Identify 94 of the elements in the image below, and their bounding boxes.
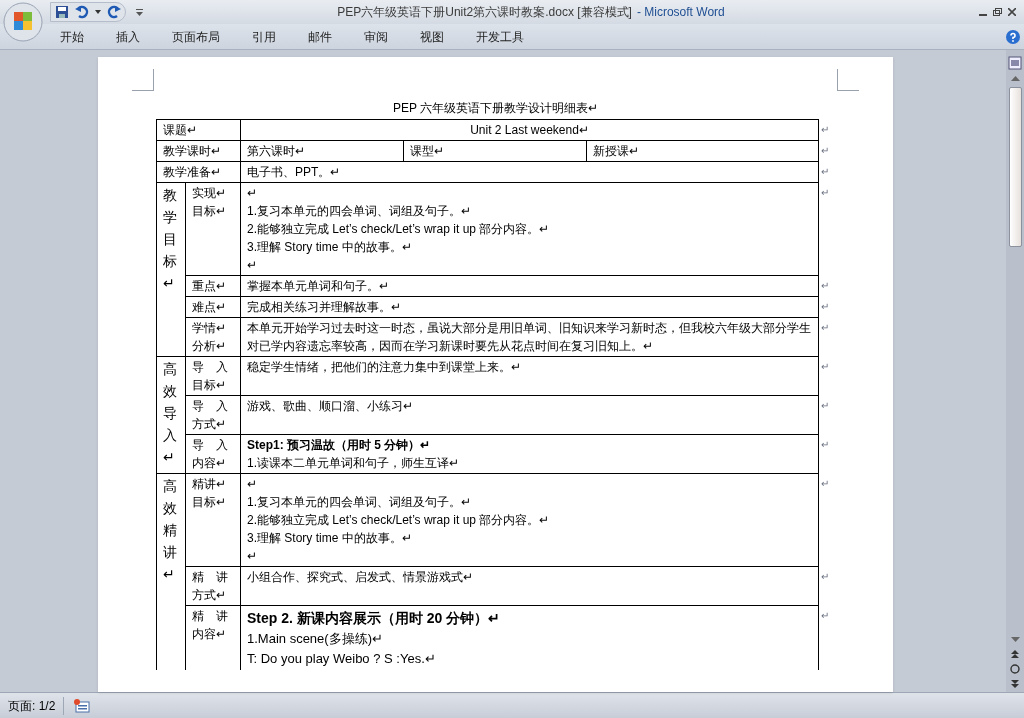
row-end-mark: ↵: [821, 187, 829, 198]
ribbon-tab[interactable]: 开始: [60, 27, 84, 46]
cell-text: 2.能够独立完成 Let’s check/Let’s wrap it up 部分内容。↵: [247, 512, 551, 529]
undo-icon[interactable]: [75, 5, 89, 19]
cell-text: 1.Main scene(多操练)↵: [247, 630, 384, 648]
row-label: 内容↵: [192, 626, 227, 643]
row-label: 导 入: [192, 398, 229, 415]
row-label: 导 入: [192, 437, 229, 454]
row-end-mark: ↵: [821, 124, 829, 135]
help-icon[interactable]: [1006, 29, 1020, 44]
redo-icon[interactable]: [107, 5, 121, 19]
row-label: 难点↵: [192, 299, 227, 316]
document-status-icon[interactable]: [74, 698, 91, 713]
cell-text: 掌握本单元单词和句子。↵: [247, 278, 390, 295]
row-label: 方式↵: [192, 416, 227, 433]
cell-text: T: Do you play Weibo ? S :Yes.↵: [247, 650, 437, 668]
close-icon[interactable]: [1008, 8, 1016, 16]
table-cell: 第六课时↵: [247, 144, 305, 158]
scroll-up-icon[interactable]: [1010, 76, 1020, 81]
row-end-mark: ↵: [821, 610, 829, 621]
row-label: 课题↵: [163, 122, 198, 139]
row-end-mark: ↵: [821, 439, 829, 450]
ribbon-tab[interactable]: 引用: [252, 27, 276, 46]
row-label: 教学准备↵: [163, 164, 222, 181]
vertical-scrollbar[interactable]: [1006, 50, 1024, 692]
document-title: PEP 六年级英语下册教学设计明细表↵: [392, 101, 599, 115]
row-label: 精讲↵: [192, 476, 227, 493]
row-label: 学情↵: [192, 320, 227, 337]
row-end-mark: ↵: [821, 301, 829, 312]
group-label: 高效精讲↵: [163, 477, 177, 584]
row-label: 实现↵: [192, 185, 227, 202]
page-count: 页面: 1/2: [0, 696, 65, 715]
row-label: 目标↵: [192, 203, 227, 220]
window-title: PEP六年级英语下册Unit2第六课时教案.docx [兼容模式]: [337, 4, 632, 21]
dropdown-icon[interactable]: [95, 10, 101, 14]
cell-text: ↵: [247, 548, 258, 565]
select-browse-object-icon[interactable]: [1010, 664, 1020, 674]
restore-icon[interactable]: [993, 8, 1002, 16]
ruler-toggle-icon[interactable]: [1008, 56, 1022, 70]
row-label: 目标↵: [192, 494, 227, 511]
cell-text: ↵: [247, 257, 258, 274]
margin-corner-mark: [837, 69, 859, 91]
row-end-mark: ↵: [821, 478, 829, 489]
row-end-mark: ↵: [821, 400, 829, 411]
row-end-mark: ↵: [821, 280, 829, 291]
save-icon[interactable]: [55, 5, 69, 19]
cell-text: 1.读课本二单元单词和句子，师生互译↵: [247, 455, 460, 472]
row-label: 目标↵: [192, 377, 227, 394]
ribbon-tab[interactable]: 开发工具: [476, 27, 524, 46]
row-label: 精 讲: [192, 608, 229, 625]
cell-text: 本单元开始学习过去时这一时态，虽说大部分是用旧单词、旧知识来学习新时态，但我校六年级大部分学生对已学内容遗忘率较高，因而在学习新课时要先从花点时间在复习旧知上。↵: [247, 320, 812, 355]
cell-text: 1.复习本单元的四会单词、词组及句子。↵: [247, 494, 472, 511]
row-label: 导 入: [192, 359, 229, 376]
next-page-icon[interactable]: [1011, 680, 1019, 688]
cell-text: 完成相关练习并理解故事。↵: [247, 299, 402, 316]
cell-text: Step1: 预习温故（用时 5 分钟）↵: [247, 437, 432, 454]
scroll-down-icon[interactable]: [1010, 637, 1020, 642]
row-label: 内容↵: [192, 455, 227, 472]
row-label: 重点↵: [192, 278, 227, 295]
cell-text: ↵: [247, 476, 258, 493]
margin-corner-mark: [132, 69, 154, 91]
app-name: - Microsoft Word: [636, 4, 725, 21]
row-end-mark: ↵: [821, 571, 829, 582]
cell-text: 游戏、歌曲、顺口溜、小练习↵: [247, 398, 414, 415]
cell-text: 稳定学生情绪，把他们的注意力集中到课堂上来。↵: [247, 359, 522, 376]
customize-toolbar-icon[interactable]: [136, 8, 143, 16]
ribbon-tab[interactable]: 插入: [116, 27, 140, 46]
table-cell: 电子书、PPT。↵: [247, 165, 341, 179]
ribbon-tab[interactable]: 页面布局: [172, 27, 220, 46]
cell-text: 1.复习本单元的四会单词、词组及句子。↵: [247, 203, 472, 220]
row-end-mark: ↵: [821, 322, 829, 333]
scroll-thumb[interactable]: [1008, 87, 1022, 247]
row-label: 方式↵: [192, 587, 227, 604]
group-label: 高效导入↵: [163, 360, 177, 467]
row-end-mark: ↵: [821, 361, 829, 372]
ribbon-tab[interactable]: 邮件: [308, 27, 332, 46]
ribbon-tab[interactable]: 视图: [420, 27, 444, 46]
group-label: 教学目标↵: [163, 186, 177, 293]
row-label: 分析↵: [192, 338, 227, 355]
cell-text: Step 2. 新课内容展示（用时 20 分钟）↵: [247, 609, 502, 628]
row-label: 精 讲: [192, 569, 229, 586]
cell-text: 2.能够独立完成 Let’s check/Let’s wrap it up 部分内容。↵: [247, 221, 551, 238]
table-cell: Unit 2 Last weekend↵: [470, 123, 589, 137]
table-cell: 新授课↵: [593, 144, 639, 158]
row-end-mark: ↵: [821, 166, 829, 177]
cell-text: 小组合作、探究式、启发式、情景游戏式↵: [247, 569, 474, 586]
row-end-mark: ↵: [821, 145, 829, 156]
table-cell: 课型↵: [410, 144, 444, 158]
cell-text: 3.理解 Story time 中的故事。↵: [247, 239, 413, 256]
cell-text: 3.理解 Story time 中的故事。↵: [247, 530, 413, 547]
cell-text: ↵: [247, 185, 258, 202]
previous-page-icon[interactable]: [1011, 650, 1019, 658]
ribbon-tab[interactable]: 审阅: [364, 27, 388, 46]
row-label: 教学课时↵: [163, 143, 222, 160]
